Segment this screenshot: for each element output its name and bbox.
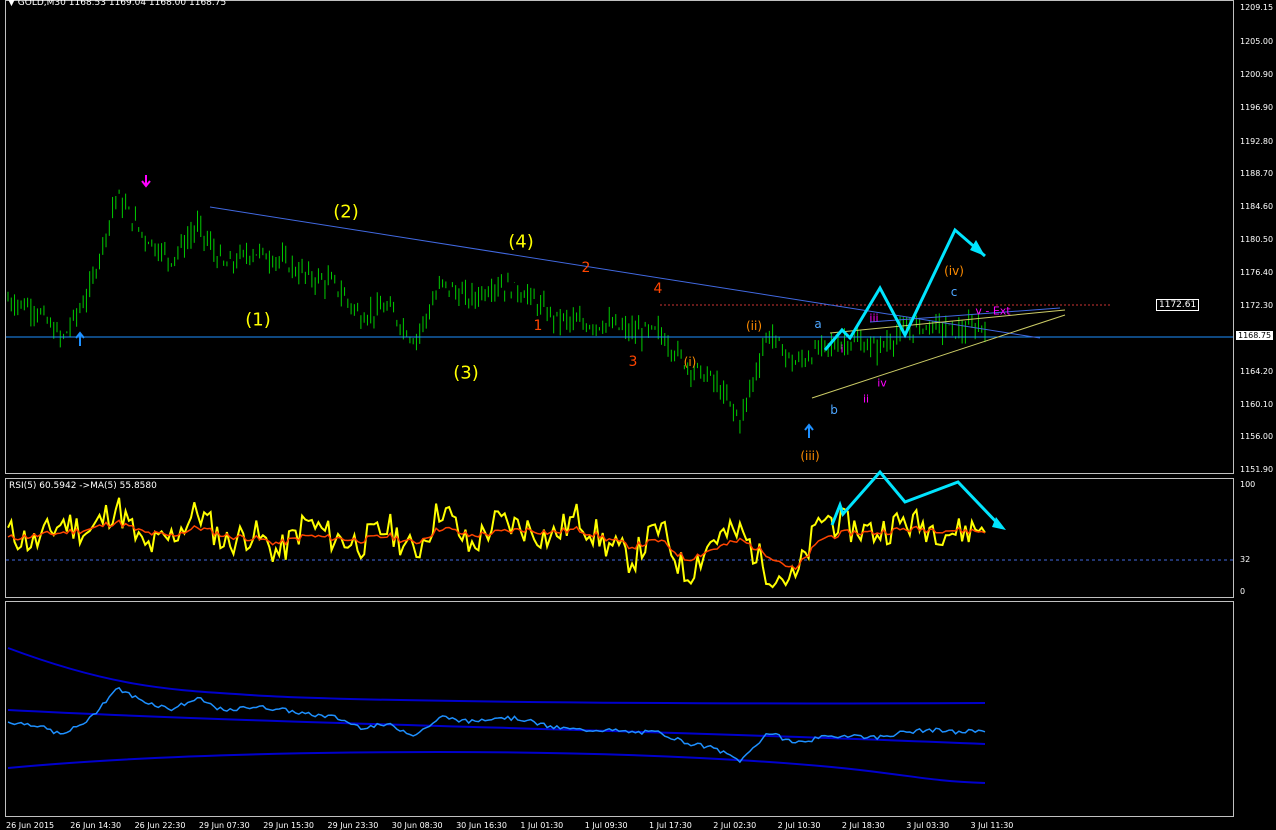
- wave-label: iv: [877, 376, 887, 390]
- wave-label: (i): [683, 355, 697, 369]
- rsi-tick-label: 100: [1240, 480, 1256, 489]
- price-tick-label: 1160.10: [1240, 400, 1274, 409]
- price-tick-label: 1188.70: [1240, 169, 1274, 178]
- rsi-tick-label: 32: [1240, 555, 1251, 564]
- wave-label: iii: [869, 311, 879, 325]
- price-tick-label: 1184.60: [1240, 202, 1274, 211]
- wave-label: (iv): [944, 264, 964, 278]
- price-tick-label: 1151.90: [1240, 465, 1274, 474]
- price-level-box[interactable]: 1172.61: [1156, 299, 1200, 311]
- wave-label: (2): [333, 201, 359, 223]
- time-tick-label: 30 Jun 16:30: [456, 821, 507, 830]
- wave-label: 4: [653, 281, 663, 297]
- wave-label: ii: [862, 392, 870, 406]
- price-tick-label: 1209.15: [1240, 3, 1274, 12]
- down-arrow-icon: [141, 175, 151, 188]
- time-tick-label: 2 Jul 10:30: [777, 821, 821, 830]
- candle-series: [7, 189, 986, 434]
- triangle-lower-line: [811, 314, 1066, 399]
- wave-label: 2: [581, 260, 591, 276]
- price-tick-label: 1200.90: [1240, 70, 1274, 79]
- time-tick-label: 26 Jun 2015: [6, 821, 55, 830]
- price-tick-label: 1164.20: [1240, 367, 1274, 376]
- time-tick-label: 29 Jun 23:30: [327, 821, 379, 830]
- wave-label: b: [830, 403, 838, 417]
- time-tick-label: 3 Jul 03:30: [906, 821, 950, 830]
- time-tick-label: 29 Jun 07:30: [198, 821, 250, 830]
- price-tick-label: 1176.40: [1240, 268, 1274, 277]
- envelope-middle: [7, 709, 986, 745]
- time-tick-label: 3 Jul 11:30: [970, 821, 1014, 830]
- wave-label: a: [814, 317, 822, 331]
- envelope-upper: [7, 647, 986, 705]
- time-tick-label: 2 Jul 02:30: [713, 821, 757, 830]
- wave-label: i: [840, 342, 844, 356]
- time-tick-label: 2 Jul 18:30: [841, 821, 885, 830]
- chart-svg: [6, 175, 1233, 784]
- wave-label: 3: [628, 354, 638, 370]
- price-tick-label: 1192.80: [1240, 137, 1274, 146]
- wave-label: (3): [453, 362, 479, 384]
- up-arrow-icon: [804, 423, 814, 438]
- wave-label: c: [950, 285, 958, 299]
- rsi-tick-label: 0: [1240, 587, 1246, 596]
- time-tick-label: 1 Jul 17:30: [649, 821, 692, 830]
- envelope-price-line: [7, 686, 986, 764]
- price-tick-label: 1156.00: [1240, 432, 1274, 441]
- projection-path: [823, 227, 986, 351]
- price-tick-label: 1196.90: [1240, 103, 1274, 112]
- wave-label: (1): [245, 309, 271, 331]
- time-tick-label: 1 Jul 09:30: [584, 821, 628, 830]
- time-tick-label: 1 Jul 01:30: [520, 821, 564, 830]
- time-tick-label: 26 Jun 22:30: [134, 821, 186, 830]
- up-arrow-icon: [75, 331, 85, 346]
- price-tick-label: 1172.30: [1240, 301, 1274, 310]
- projection-arrowhead: [970, 240, 985, 256]
- wave-label: (iii): [800, 449, 820, 463]
- wave-label: 1: [533, 318, 543, 334]
- wave-label: v - Ext: [975, 304, 1011, 318]
- time-tick-label: 30 Jun 08:30: [391, 821, 443, 830]
- time-tick-label: 26 Jun 14:30: [70, 821, 122, 830]
- price-tick-label: 1180.50: [1240, 235, 1274, 244]
- price-tick-label: 1205.00: [1240, 37, 1274, 46]
- current-price-tag: 1168.75: [1236, 331, 1274, 340]
- envelope-lower: [7, 751, 986, 784]
- wave-label: (4): [508, 231, 534, 253]
- time-tick-label: 29 Jun 15:30: [263, 821, 315, 830]
- wave-label: (ii): [745, 319, 763, 333]
